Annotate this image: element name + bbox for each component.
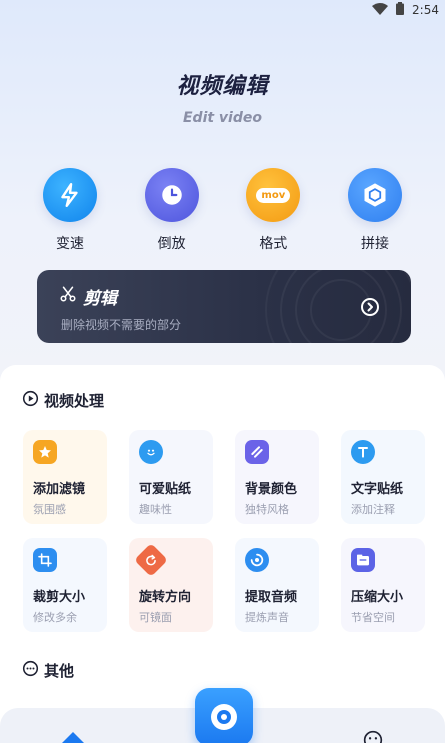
mov-badge: mov <box>256 187 291 203</box>
smiley-sticker-icon <box>139 440 163 464</box>
star-filter-icon <box>33 440 57 464</box>
merge-button[interactable]: 拼接 <box>347 168 403 253</box>
rotate-icon <box>134 543 168 577</box>
scissors-icon <box>59 285 77 308</box>
lightning-icon <box>43 168 97 222</box>
tool-desc: 添加注释 <box>351 503 395 516</box>
home-icon[interactable] <box>61 732 85 743</box>
battery-icon <box>396 2 405 18</box>
tool-desc: 氛围感 <box>33 503 66 516</box>
tool-name: 旋转方向 <box>139 590 192 605</box>
speed-button[interactable]: 变速 <box>42 168 98 253</box>
more-circle-icon <box>22 660 39 681</box>
text-t-icon <box>351 440 375 464</box>
center-camera-button[interactable] <box>195 688 253 743</box>
tool-desc: 提炼声音 <box>245 611 289 624</box>
add-filter-tile[interactable]: 添加滤镜 氛围感 <box>23 430 107 524</box>
quick-action-label: 变速 <box>56 236 84 252</box>
page-title: 视频编辑 <box>176 74 269 99</box>
cut-card[interactable]: 剪辑 删除视频不需要的部分 <box>37 270 411 343</box>
quick-action-label: 倒放 <box>157 236 186 252</box>
tool-name: 文字贴纸 <box>351 482 404 497</box>
tools-grid: 添加滤镜 氛围感 可爱贴纸 趣味性 背景颜色 独特风格 文字贴纸 添加注释 裁剪… <box>23 430 425 632</box>
smiley-icon[interactable] <box>361 730 385 743</box>
tool-desc: 修改多余 <box>33 611 77 624</box>
tool-desc: 节省空间 <box>351 611 395 624</box>
text-sticker-tile[interactable]: 文字贴纸 添加注释 <box>341 430 425 524</box>
other-section-title: 其他 <box>22 660 74 681</box>
other-section-title-text: 其他 <box>44 662 75 680</box>
cube-icon <box>347 168 402 222</box>
tool-name: 可爱贴纸 <box>139 482 192 497</box>
cut-title-text: 剪辑 <box>83 289 117 309</box>
quick-actions: 变速 倒放 mov 格式 拼接 <box>0 168 445 253</box>
arrow-right-icon[interactable] <box>360 297 380 321</box>
cut-description: 删除视频不需要的部分 <box>61 318 182 332</box>
cut-title: 剪辑 <box>59 284 117 309</box>
format-button[interactable]: mov 格式 <box>245 168 301 253</box>
camera-lens-icon <box>211 704 237 730</box>
page-subtitle: Edit video <box>182 110 262 126</box>
crop-size-tile[interactable]: 裁剪大小 修改多余 <box>23 538 107 632</box>
reverse-button[interactable]: 倒放 <box>144 168 200 253</box>
mov-icon: mov <box>246 168 301 222</box>
tool-desc: 可镜面 <box>139 611 172 624</box>
video-section-title: 视频处理 <box>22 390 104 411</box>
quick-action-label: 格式 <box>259 236 288 252</box>
wifi-icon <box>372 2 389 18</box>
clock-icon <box>144 168 199 222</box>
tool-name: 提取音频 <box>245 590 298 605</box>
tool-desc: 趣味性 <box>139 503 172 516</box>
rotate-direction-tile[interactable]: 旋转方向 可镜面 <box>129 538 213 632</box>
tool-name: 背景颜色 <box>245 482 298 497</box>
tool-name: 添加滤镜 <box>33 482 86 497</box>
background-color-tile[interactable]: 背景颜色 独特风格 <box>235 430 319 524</box>
compress-size-tile[interactable]: 压缩大小 节省空间 <box>341 538 425 632</box>
extract-audio-tile[interactable]: 提取音频 提炼声音 <box>235 538 319 632</box>
play-circle-icon <box>22 390 39 411</box>
tool-name: 压缩大小 <box>351 590 404 605</box>
quick-action-label: 拼接 <box>360 236 389 252</box>
decor-rings <box>265 270 411 343</box>
audio-icon <box>245 548 269 572</box>
crop-icon <box>33 548 57 572</box>
status-bar: 2:54 <box>0 0 445 20</box>
status-time: 2:54 <box>412 3 439 17</box>
video-section-title-text: 视频处理 <box>44 392 105 410</box>
tool-desc: 独特风格 <box>245 503 289 516</box>
compress-folder-icon <box>351 548 375 572</box>
tool-name: 裁剪大小 <box>33 590 86 605</box>
cute-sticker-tile[interactable]: 可爱贴纸 趣味性 <box>129 430 213 524</box>
palette-icon <box>245 440 269 464</box>
